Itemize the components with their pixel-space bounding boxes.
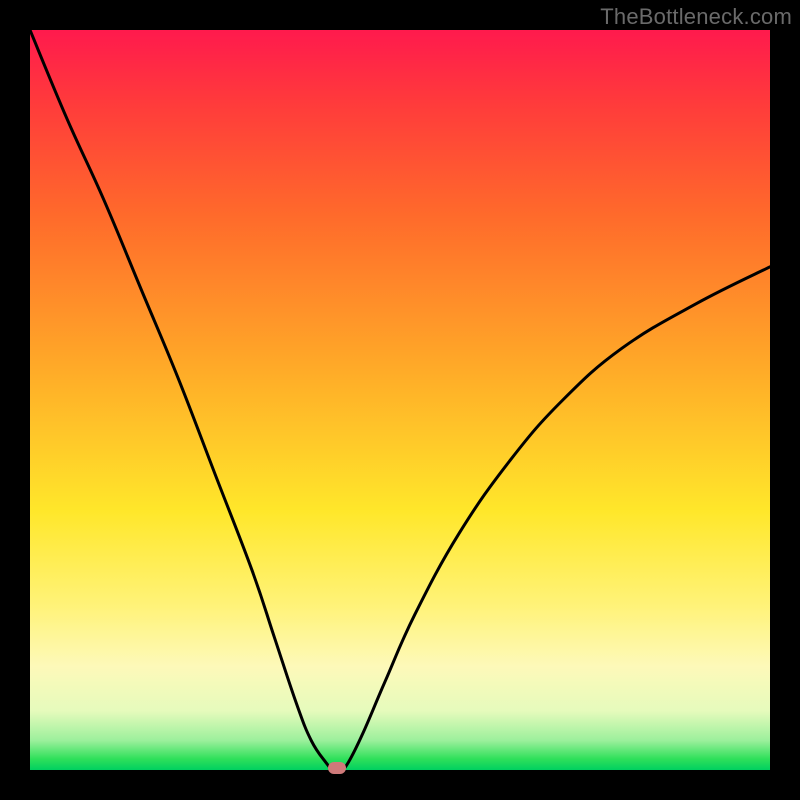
bottleneck-curve [30, 30, 770, 770]
optimal-point-marker [328, 762, 346, 774]
chart-frame: TheBottleneck.com [0, 0, 800, 800]
watermark-text: TheBottleneck.com [600, 4, 792, 30]
plot-area [30, 30, 770, 770]
curve-svg [30, 30, 770, 770]
